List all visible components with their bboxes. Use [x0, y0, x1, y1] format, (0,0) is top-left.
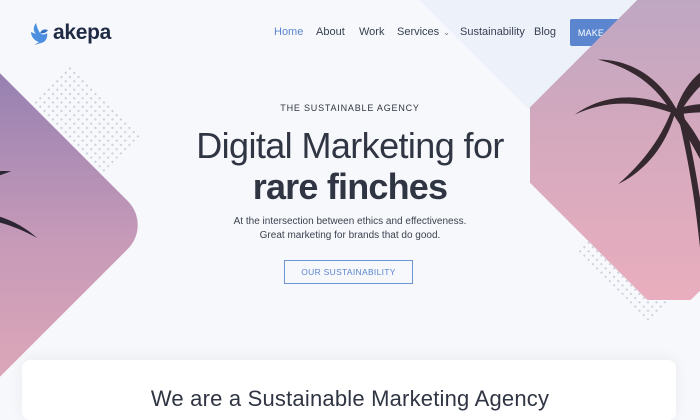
nav-item-services[interactable]: Services ⌄: [397, 26, 450, 38]
nav-item-work[interactable]: Work: [359, 26, 384, 38]
our-sustainability-button[interactable]: OUR SUSTAINABILITY: [284, 260, 413, 284]
hero-subtext: At the intersection between ethics and e…: [0, 215, 700, 243]
logo-text: akepa: [53, 21, 112, 44]
hero-headline-line1: Digital Marketing for: [196, 125, 504, 166]
hero-eyebrow: THE SUSTAINABLE AGENCY: [280, 103, 420, 113]
section-title: We are a Sustainable Marketing Agency: [150, 386, 550, 411]
nav-item-about[interactable]: About: [316, 26, 345, 38]
hero-subtext-line2: Great marketing for brands that do good.: [259, 230, 441, 241]
bird-logo-icon: [27, 21, 49, 45]
nav-item-home[interactable]: Home: [274, 26, 303, 38]
nav-item-services-label: Services: [397, 26, 440, 38]
hero-subtext-line1: At the intersection between ethics and e…: [233, 216, 467, 227]
logo[interactable]: akepa: [27, 21, 111, 45]
hero-headline-line2: rare finches: [252, 166, 448, 207]
nav-item-sustainability[interactable]: Sustainability: [460, 26, 525, 38]
chevron-down-icon: ⌄: [443, 28, 450, 37]
